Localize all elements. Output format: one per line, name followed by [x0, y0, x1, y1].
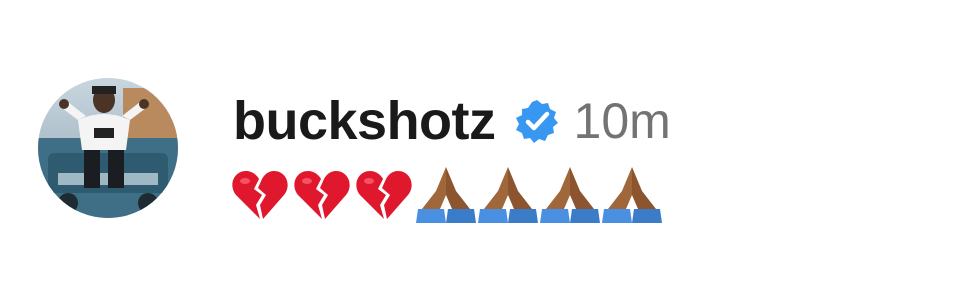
username[interactable]: buckshotz [233, 94, 496, 148]
folded-hands-icon [478, 165, 538, 225]
comment-header: buckshotz 10m [233, 86, 671, 156]
avatar[interactable] [38, 78, 178, 218]
comment-item: buckshotz 10m [38, 78, 938, 228]
folded-hands-icon [416, 165, 476, 225]
broken-heart-icon [354, 165, 414, 225]
broken-heart-icon [230, 165, 290, 225]
comment-text [230, 162, 664, 228]
timestamp: 10m [573, 93, 671, 149]
broken-heart-icon [292, 165, 352, 225]
folded-hands-icon [540, 165, 600, 225]
folded-hands-icon [602, 165, 662, 225]
verified-badge-icon [514, 98, 560, 144]
